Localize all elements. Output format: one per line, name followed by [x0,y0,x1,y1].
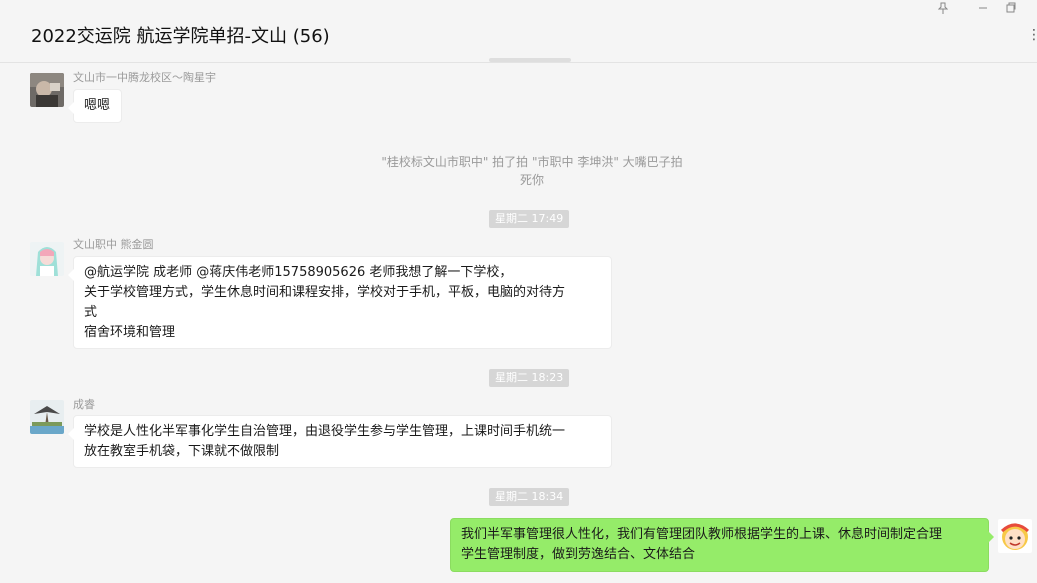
sender-name: 成睿 [73,398,95,411]
pin-icon[interactable] [936,2,950,16]
avatar-self[interactable] [998,519,1032,553]
message-text: 宿舍环境和管理 [84,325,176,340]
avatar[interactable] [30,400,64,434]
message-bubble[interactable]: 学校是人性化半军事化学生自治管理，由退役学生参与学生管理，上课时间手机统一 放在… [68,415,612,468]
chat-header: 2022交运院 航运学院单招-文山 (56) ⋮ [0,0,1037,63]
scroll-indicator [489,58,571,62]
system-text: 死你 [519,173,544,187]
timestamp: 星期二 18:34 [489,488,570,506]
timestamp: 星期二 18:23 [489,369,570,387]
message-text: 放在教室手机袋，下课就不做限制 [84,444,280,459]
message-text: 式 [84,305,98,320]
message-text: 关于学校管理方式，学生休息时间和课程安排，学校对于手机，平板，电脑的对待方 [84,285,566,300]
avatar[interactable] [30,242,64,276]
sender-name: 文山职中 熊金圆 [73,238,154,251]
system-text: "桂校标文山市职中" 拍了拍 "市职中 李坤洪" 大嘴巴子拍 [381,155,683,169]
sender-name: 文山市一中腾龙校区～陶星宇 [73,71,216,84]
message-text: @航运学院 成老师 @蒋庆伟老师15758905626 老师我想了解一下学校， [84,265,513,280]
message-text: 学校是人性化半军事化学生自治管理，由退役学生参与学生管理，上课时间手机统一 [84,424,566,439]
chat-title: 2022交运院 航运学院单招-文山 (56) [31,26,330,47]
avatar[interactable] [30,73,64,107]
message-bubble[interactable]: 嗯嗯 [68,89,122,123]
restore-icon[interactable] [1004,2,1018,16]
system-message: "桂校标文山市职中" 拍了拍 "市职中 李坤洪" 大嘴巴子拍 死你 [370,153,694,189]
timestamp: 星期二 17:49 [489,210,570,228]
message-bubble-self[interactable]: 我们半军事管理很人性化，我们有管理团队教师根据学生的上课、休息时间制定合理 学生… [450,518,994,572]
message-text: 嗯嗯 [84,98,111,113]
minimize-icon[interactable] [976,2,990,16]
more-dots-icon[interactable]: ⋮ [1027,28,1037,44]
message-bubble[interactable]: @航运学院 成老师 @蒋庆伟老师15758905626 老师我想了解一下学校， … [68,256,612,349]
message-text: 我们半军事管理很人性化，我们有管理团队教师根据学生的上课、休息时间制定合理 [461,527,943,542]
message-text: 学生管理制度，做到劳逸结合、文体结合 [461,547,696,562]
